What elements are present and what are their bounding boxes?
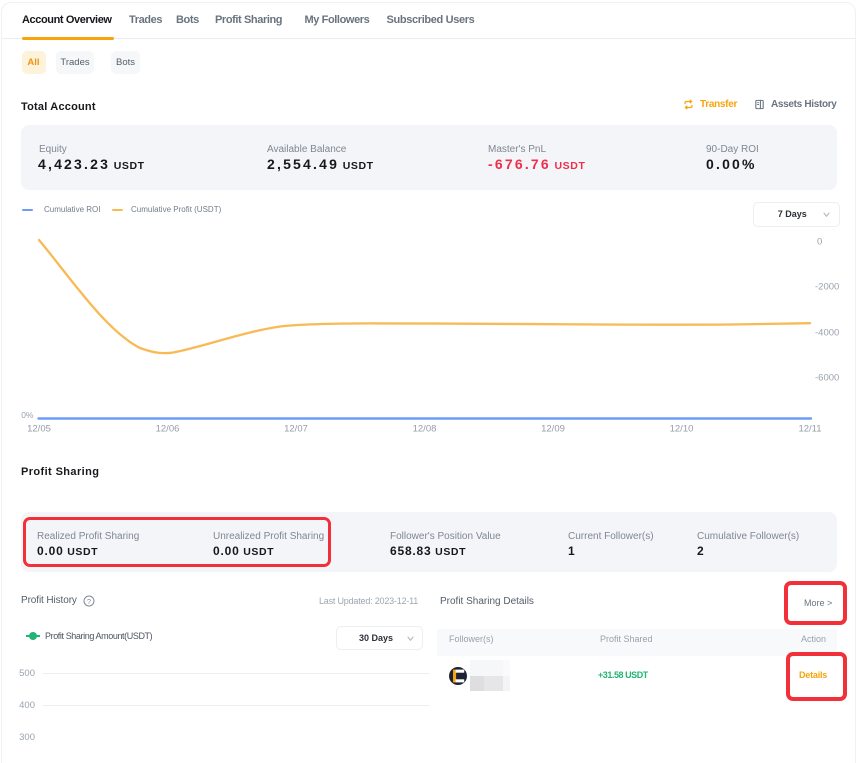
svg-text:-4000: -4000 — [815, 328, 839, 339]
svg-text:12/11: 12/11 — [798, 424, 821, 435]
svg-text:-6000: -6000 — [815, 373, 839, 384]
svg-text:12/08: 12/08 — [413, 424, 437, 435]
svg-text:0%: 0% — [21, 410, 34, 420]
svg-text:12/07: 12/07 — [284, 424, 308, 435]
svg-text:?: ? — [87, 596, 91, 605]
svg-text:12/10: 12/10 — [670, 424, 694, 435]
svg-text:12/09: 12/09 — [541, 424, 565, 435]
svg-text:12/06: 12/06 — [156, 424, 180, 435]
svg-text:12/05: 12/05 — [27, 424, 51, 435]
svg-text:-2000: -2000 — [815, 282, 839, 293]
svg-text:0: 0 — [817, 237, 822, 248]
